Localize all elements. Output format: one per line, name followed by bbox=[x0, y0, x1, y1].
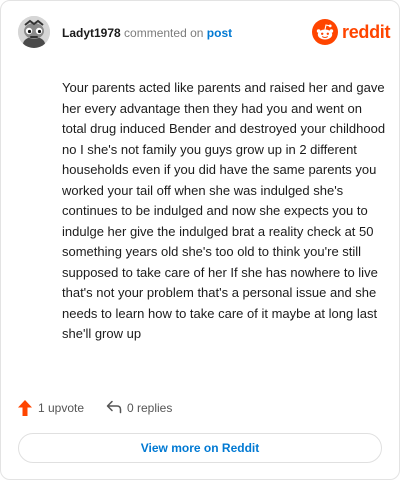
upvote-count: 1 upvote bbox=[38, 401, 85, 415]
post-link[interactable]: post bbox=[207, 26, 232, 40]
reddit-wordmark: reddit bbox=[342, 22, 391, 42]
reply-arrow-icon[interactable] bbox=[106, 400, 122, 414]
reddit-comment-embed-card: Ladyt1978 commented on post reddit Your … bbox=[0, 0, 400, 480]
username-link[interactable]: Ladyt1978 bbox=[62, 26, 121, 40]
upvote-arrow-icon[interactable] bbox=[18, 400, 32, 416]
snoo-avatar-icon bbox=[18, 16, 50, 48]
user-avatar[interactable] bbox=[18, 16, 50, 48]
view-more-on-reddit-button[interactable]: View more on Reddit bbox=[18, 433, 382, 463]
comment-header: Ladyt1978 commented on post reddit bbox=[16, 15, 391, 51]
action-text: commented on bbox=[124, 26, 204, 40]
reply-count: 0 replies bbox=[127, 401, 173, 415]
comment-meta: Ladyt1978 commented on post bbox=[62, 26, 232, 40]
comment-body: Your parents acted like parents and rais… bbox=[62, 80, 386, 341]
reddit-logo-icon bbox=[312, 19, 338, 45]
